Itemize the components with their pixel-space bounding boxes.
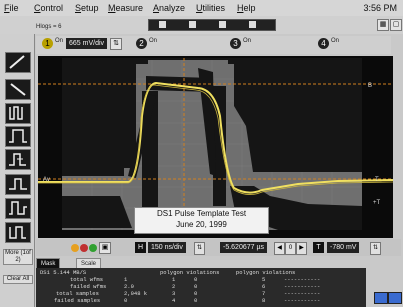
marker-left-label: Av <box>43 177 50 183</box>
more-button[interactable]: More (1of 2) <box>3 249 33 265</box>
results-col-header: polygon violations polygon violations <box>160 269 296 276</box>
channel-2-on: On <box>149 38 158 44</box>
violation-count: ----------- <box>284 276 321 283</box>
pattern-trigger-icon[interactable] <box>5 149 31 170</box>
violation-count: ----------- <box>284 283 321 290</box>
template-label-box: DS1 Pulse Template Test June 20, 1999 <box>134 207 269 234</box>
print-icon[interactable] <box>374 292 388 304</box>
channel-3-button[interactable]: 3 <box>230 38 241 49</box>
results-row-label: failed wfms <box>70 283 107 290</box>
horizontal-delay[interactable]: -5.620677 µs <box>220 242 268 253</box>
clear-all-button[interactable]: Clear All <box>3 275 33 284</box>
autoscale-icon[interactable]: ▣ <box>99 242 111 254</box>
glitch-trigger-icon[interactable] <box>5 103 31 124</box>
template-title: DS1 Pulse Template Test <box>156 209 247 218</box>
tv-trigger-icon[interactable] <box>5 222 31 243</box>
channel-2-button[interactable]: 2 <box>136 38 147 49</box>
menu-measure[interactable]: Measure <box>108 3 143 13</box>
delay-left-icon[interactable]: ◀ <box>274 242 285 255</box>
time-div-arrows-icon[interactable]: ⇅ <box>194 242 205 255</box>
delay-zero-icon[interactable]: 0 <box>285 242 296 255</box>
mask-test-results: DS1 5.144 MB/S polygon violations polygo… <box>36 268 366 307</box>
menu-help[interactable]: Help <box>237 3 256 13</box>
left-toolbar: More (1of 2) Clear All <box>0 34 35 307</box>
polygon-number: 3 <box>172 290 176 297</box>
waveform-display[interactable]: B T +T Av DS1 Pulse Template Test June 2… <box>38 56 393 238</box>
stop-indicator-icon[interactable] <box>80 244 88 252</box>
marker-plus-t-label: +T <box>373 200 381 206</box>
run-indicator-icon[interactable] <box>71 244 79 252</box>
results-row-value: 2.0 <box>124 283 134 290</box>
polygon-number: 4 <box>172 297 176 304</box>
clock: 3:56 PM <box>363 3 397 13</box>
oscilloscope-window: File Control Setup Measure Analyze Utili… <box>0 0 403 307</box>
menu-bar: File Control Setup Measure Analyze Utili… <box>0 0 403 17</box>
window-icon[interactable]: ▢ <box>390 19 402 31</box>
results-row-label: failed samples <box>54 297 101 304</box>
channel-1-button[interactable]: 1 <box>42 38 53 49</box>
channel-3-on: On <box>243 38 252 44</box>
trigger-level[interactable]: -780 mV <box>327 242 360 253</box>
menu-control[interactable]: Control <box>34 3 63 13</box>
trigger-label: T <box>313 242 324 253</box>
menu-analyze[interactable]: Analyze <box>153 3 185 13</box>
violation-count: ----------- <box>284 297 321 304</box>
state-trigger-icon[interactable] <box>5 174 31 195</box>
channel-1-on: On <box>55 38 64 44</box>
horizontal-label: H <box>135 242 146 253</box>
timeout-trigger-icon[interactable] <box>5 198 31 219</box>
help-icon[interactable] <box>388 292 402 304</box>
results-header: DS1 5.144 MB/S <box>40 269 87 276</box>
menu-file[interactable]: File <box>4 3 19 13</box>
polygon-number: 5 <box>262 276 266 283</box>
pulse-width-icon[interactable] <box>5 126 31 147</box>
violation-count: 0 <box>194 297 198 304</box>
polygon-number: 6 <box>262 283 266 290</box>
marker-b-label: B <box>368 83 372 89</box>
polygon-number: 1 <box>172 276 176 283</box>
violation-count: ----------- <box>284 290 321 297</box>
results-row-value: 2,048 k <box>124 290 148 297</box>
draw-tool-icon[interactable] <box>5 52 31 73</box>
polygon-number: 8 <box>262 297 266 304</box>
menu-setup[interactable]: Setup <box>75 3 99 13</box>
channel-4-on: On <box>331 38 340 44</box>
channel-4-button[interactable]: 4 <box>318 38 329 49</box>
results-row-label: total wfms <box>70 276 104 283</box>
time-per-div[interactable]: 150 ns/div <box>148 242 186 253</box>
display-mode-icon[interactable]: ▦ <box>377 19 389 31</box>
violation-count: 0 <box>194 290 198 297</box>
marker-t-label: T <box>375 177 379 183</box>
polygon-number: 2 <box>172 283 176 290</box>
delay-right-icon[interactable]: ▶ <box>296 242 307 255</box>
violation-count: 0 <box>194 283 198 290</box>
acquisition-status: Hlogs = 6 <box>36 24 62 30</box>
menu-utilities[interactable]: Utilities <box>196 3 225 13</box>
template-date: June 20, 1999 <box>176 220 227 229</box>
results-row-label: total samples <box>56 290 99 297</box>
results-row-value: 1 <box>124 276 128 283</box>
violation-count: 0 <box>194 276 198 283</box>
polygon-number: 7 <box>262 290 266 297</box>
results-row-value: 0 <box>124 297 128 304</box>
single-indicator-icon[interactable] <box>89 244 97 252</box>
trigger-arrows-icon[interactable]: ⇅ <box>370 242 381 255</box>
run-status-indicator[interactable] <box>148 19 276 31</box>
edge-trigger-icon[interactable] <box>5 79 31 100</box>
channel-1-arrows-icon[interactable]: ⇅ <box>110 38 122 50</box>
channel-1-scale[interactable]: 665 mV/div <box>66 38 108 49</box>
